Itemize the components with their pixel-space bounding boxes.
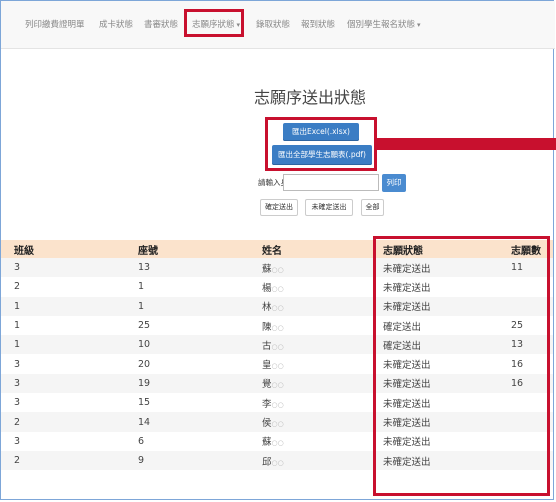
name-text: 侯 [262,418,272,430]
name-text: 蘇 [262,437,272,449]
name-mask: ○○ [271,381,284,390]
cell-name: 李○○ [249,393,370,412]
nav-item-registration-status[interactable]: 報到狀態 [301,18,335,30]
cell-name: 蘇○○ [249,432,370,451]
name-mask: ○○ [271,342,284,351]
cell-seat: 1 [138,281,145,293]
name-text: 楊 [262,282,272,294]
cell-seat: 14 [138,416,151,428]
cell-seat: 25 [138,320,151,332]
cell-class: 3 [14,358,21,370]
cell-name: 陳○○ [249,316,370,335]
nav-item-label: 書審狀態 [144,20,179,30]
name-mask: ○○ [271,284,284,293]
cell-name: 楊○○ [249,277,370,296]
cell-class: 1 [14,300,21,312]
nav-item-individual-status[interactable]: 個別學生報名狀態 ▾ [347,18,421,30]
cell-seat: 9 [138,455,145,467]
name-mask: ○○ [271,265,284,274]
cell-class: 2 [14,416,21,428]
cell-seat: 20 [138,358,151,370]
cell-seat: 19 [138,377,151,389]
name-text: 古 [262,340,272,352]
name-text: 覺 [262,379,272,391]
cell-name: 邱○○ [249,451,370,470]
chevron-down-icon: ▾ [417,21,421,29]
name-mask: ○○ [271,420,284,429]
cell-name: 古○○ [249,335,370,354]
name-mask: ○○ [271,362,284,371]
highlight-arrow [377,138,556,150]
cell-class: 3 [14,262,21,274]
filter-all-button[interactable]: 全部 [361,199,384,216]
name-text: 陳 [262,321,272,333]
name-mask: ○○ [271,400,284,409]
id-input[interactable] [283,174,379,191]
nav-item-label: 個別學生報名狀態 [347,20,416,30]
nav-item-label: 列印繳費證明單 [25,20,85,30]
cell-seat: 1 [138,300,145,312]
cell-seat: 15 [138,397,151,409]
filter-unconfirmed-button[interactable]: 未確定送出 [305,199,353,216]
status-highlight-box [373,236,550,496]
cell-class: 2 [14,281,21,293]
name-text: 邱 [262,456,272,468]
cell-name: 林○○ [249,297,370,316]
cell-seat: 6 [138,435,145,447]
nav-item-print-receipt[interactable]: 列印繳費證明單 [25,18,85,30]
cell-seat: 10 [138,339,151,351]
print-button[interactable]: 列印 [382,174,406,192]
cell-class: 2 [14,455,21,467]
active-nav-highlight [184,9,244,37]
cell-class: 3 [14,377,21,389]
nav-item-admission-status[interactable]: 錄取狀態 [256,18,290,30]
export-highlight-box [265,117,377,171]
filter-confirmed-button[interactable]: 確定送出 [260,199,298,216]
nav-item-card-status[interactable]: 成卡狀態 [99,18,133,30]
name-mask: ○○ [271,304,284,313]
cell-name: 蘇○○ [249,258,370,277]
cell-seat: 13 [138,262,151,274]
nav-item-label: 錄取狀態 [256,20,291,30]
name-text: 皇 [262,360,272,372]
cell-name: 侯○○ [249,412,370,431]
cell-class: 3 [14,397,21,409]
name-text: 李 [262,398,272,410]
page-title: 志願序送出狀態 [253,88,366,107]
header-class: 班級 [14,245,34,257]
nav-item-label: 報到狀態 [301,20,336,30]
name-text: 林 [262,302,272,314]
name-mask: ○○ [271,439,284,448]
header-name: 姓名 [262,245,282,257]
name-text: 蘇 [262,263,272,275]
cell-class: 3 [14,435,21,447]
cell-class: 1 [14,339,21,351]
name-mask: ○○ [271,323,284,332]
nav-item-label: 成卡狀態 [99,20,134,30]
name-mask: ○○ [271,458,284,467]
top-navbar: 列印繳費證明單 成卡狀態 書審狀態 志願序狀態 ▾ 錄取狀態 報到狀態 個別學生報… [1,1,555,49]
header-seat: 座號 [138,245,158,257]
nav-item-review-status[interactable]: 書審狀態 [144,18,178,30]
cell-name: 覺○○ [249,374,370,393]
cell-name: 皇○○ [249,354,370,373]
cell-class: 1 [14,320,21,332]
